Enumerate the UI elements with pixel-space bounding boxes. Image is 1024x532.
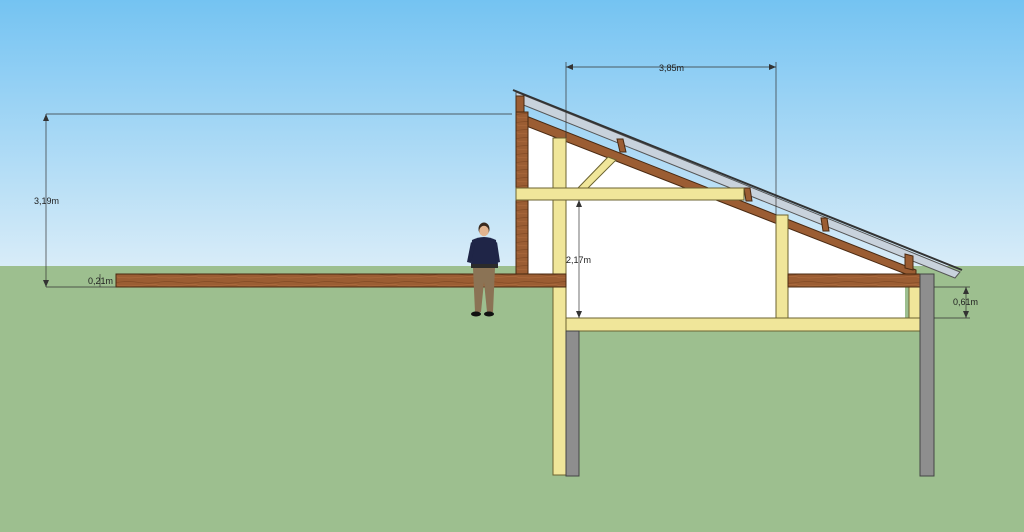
upper-floor-joist xyxy=(787,273,921,288)
dimension-foundation-height-label: 0,61m xyxy=(953,297,978,307)
rear-post-cap xyxy=(515,95,525,113)
purlin-2 xyxy=(743,187,753,202)
cross-section-drawing: 3,19m 0,21m 2,17m 3,85m 0,61m xyxy=(0,0,1024,532)
dimension-deck-thickness-label: 0,21m xyxy=(88,276,113,286)
purlin-4 xyxy=(904,253,914,271)
dimension-total-height-label: 3,19m xyxy=(34,196,59,206)
horizontal-beam xyxy=(515,187,745,201)
foundation-wall-right xyxy=(919,273,935,477)
right-light-post xyxy=(908,286,921,320)
deck-beam xyxy=(115,273,567,288)
dimension-roof-span-label: 3,85m xyxy=(659,63,684,73)
mid-light-post xyxy=(775,214,789,320)
foundation-wall-left xyxy=(565,330,580,477)
dimension-deck-thickness: 0,21m xyxy=(88,274,113,287)
floor-beam xyxy=(565,317,921,332)
dimension-interior-height-label: 2,17m xyxy=(566,255,591,265)
sky xyxy=(0,0,1024,266)
purlin-3 xyxy=(820,217,830,232)
